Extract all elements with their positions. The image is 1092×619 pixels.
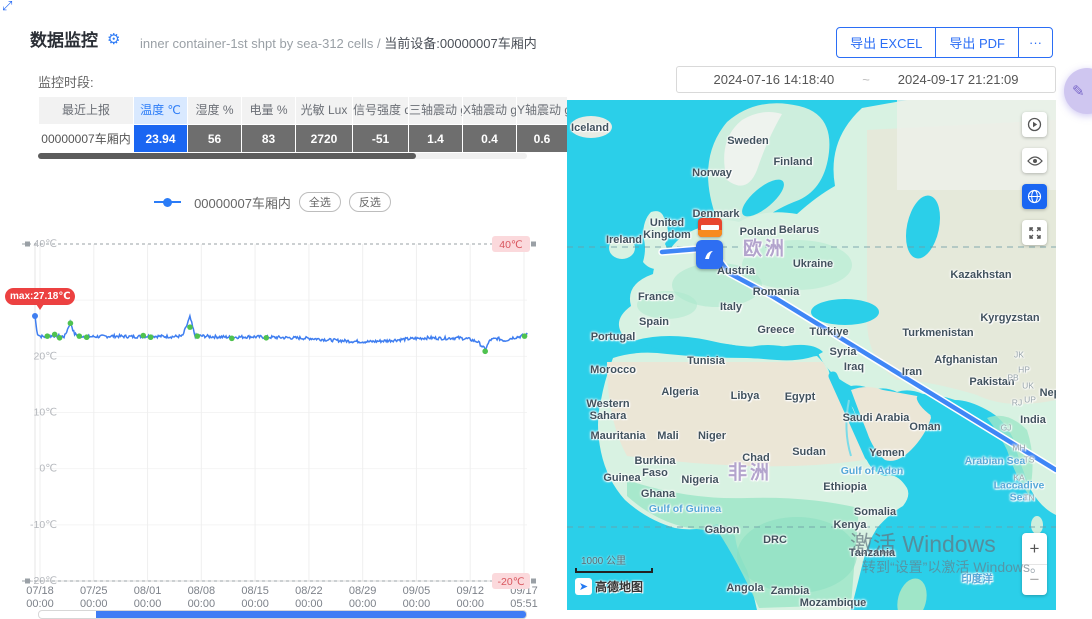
value-cell-6[interactable]: 0.4 bbox=[463, 125, 517, 153]
truck-marker[interactable] bbox=[698, 218, 722, 237]
svg-text:00:00: 00:00 bbox=[188, 598, 216, 610]
svg-text:10℃: 10℃ bbox=[34, 407, 57, 419]
map-eye-button[interactable] bbox=[1022, 148, 1047, 173]
data-monitor-page: ⤢ 数据监控 ⚙ inner container-1st shpt by sea… bbox=[0, 0, 1092, 619]
breadcrumb-shipment: inner container-1st shpt by sea-312 cell… bbox=[140, 36, 373, 51]
svg-text:0℃: 0℃ bbox=[39, 463, 57, 475]
column-header-8[interactable]: Y轴震动 g bbox=[517, 97, 568, 125]
date-range-start[interactable]: 2024-07-16 14:18:40 bbox=[713, 72, 834, 87]
column-header-1[interactable]: 温度 ℃ bbox=[134, 97, 188, 125]
breadcrumb-device: 当前设备:00000007车厢内 bbox=[384, 36, 536, 51]
select-all-button[interactable]: 全选 bbox=[299, 192, 341, 212]
export-excel-button[interactable]: 导出 EXCEL bbox=[836, 27, 936, 58]
map-expand-button[interactable] bbox=[1022, 220, 1047, 245]
collapse-arrows-icon[interactable]: ⤢ bbox=[2, 0, 12, 14]
column-header-6[interactable]: 三轴震动 g bbox=[409, 97, 463, 125]
column-header-4[interactable]: 光敏 Lux bbox=[296, 97, 353, 125]
datazoom-thumb[interactable] bbox=[96, 611, 526, 618]
svg-text:09/12: 09/12 bbox=[456, 585, 484, 597]
svg-text:00:00: 00:00 bbox=[26, 598, 54, 610]
value-cell-2[interactable]: 83 bbox=[242, 125, 296, 153]
svg-text:00:00: 00:00 bbox=[349, 598, 377, 610]
device-name-cell[interactable]: 00000007车厢内 bbox=[39, 125, 134, 153]
page-title: 数据监控 bbox=[30, 26, 98, 51]
map-control-panel bbox=[1022, 112, 1047, 245]
svg-text:08/08: 08/08 bbox=[188, 585, 216, 597]
monitor-period-label: 监控时段: bbox=[38, 72, 94, 91]
export-button-group: 导出 EXCEL 导出 PDF ··· bbox=[836, 27, 1053, 58]
svg-text:00:00: 00:00 bbox=[80, 598, 108, 610]
svg-text:00:00: 00:00 bbox=[456, 598, 484, 610]
svg-text:00:00: 00:00 bbox=[295, 598, 323, 610]
date-range-picker[interactable]: 2024-07-16 14:18:40 ~ 2024-09-17 21:21:0… bbox=[676, 66, 1056, 93]
svg-text:-20℃: -20℃ bbox=[498, 576, 525, 588]
value-cell-7[interactable]: 0.6 bbox=[517, 125, 568, 153]
feedback-float-button[interactable]: ✎ bbox=[1064, 68, 1092, 114]
scrollbar-thumb[interactable] bbox=[38, 153, 416, 159]
amap-plane-icon: ➤ bbox=[575, 578, 592, 595]
svg-text:08/29: 08/29 bbox=[349, 585, 377, 597]
column-header-0[interactable]: 最近上报 bbox=[39, 97, 134, 125]
svg-text:-10℃: -10℃ bbox=[30, 519, 57, 531]
legend-line-marker[interactable] bbox=[154, 198, 181, 207]
temperature-line-chart[interactable]: 07/1800:0007/2500:0008/0100:0008/0800:00… bbox=[0, 230, 545, 619]
map-play-button[interactable] bbox=[1022, 112, 1047, 137]
date-range-separator: ~ bbox=[862, 72, 870, 87]
svg-text:09/05: 09/05 bbox=[403, 585, 431, 597]
map-scale-label: 1000 公里 bbox=[581, 552, 626, 567]
date-range-end[interactable]: 2024-09-17 21:21:09 bbox=[898, 72, 1019, 87]
chart-legend: 00000007车厢内 全选 反选 bbox=[0, 192, 545, 212]
route-map[interactable]: IcelandNorwaySwedenFinlandUnited Kingdom… bbox=[567, 100, 1056, 610]
column-header-5[interactable]: 信号强度 db bbox=[353, 97, 409, 125]
device-location-marker[interactable] bbox=[696, 240, 723, 269]
map-globe-button[interactable] bbox=[1022, 184, 1047, 209]
value-cell-0[interactable]: 23.94 bbox=[134, 125, 188, 153]
invert-selection-button[interactable]: 反选 bbox=[349, 192, 391, 212]
value-cell-5[interactable]: 1.4 bbox=[409, 125, 463, 153]
svg-text:00:00: 00:00 bbox=[134, 598, 162, 610]
value-cell-1[interactable]: 56 bbox=[188, 125, 242, 153]
amap-logo[interactable]: ➤ 高德地图 bbox=[575, 578, 643, 595]
breadcrumb: inner container-1st shpt by sea-312 cell… bbox=[140, 33, 537, 52]
windows-watermark-line1: 激活 Windows bbox=[850, 525, 996, 559]
chart-canvas[interactable]: 07/1800:0007/2500:0008/0100:0008/0800:00… bbox=[0, 230, 545, 619]
chart-datazoom-slider[interactable] bbox=[38, 610, 527, 619]
svg-text:07/25: 07/25 bbox=[80, 585, 108, 597]
column-header-3[interactable]: 电量 % bbox=[242, 97, 296, 125]
amap-logo-text: 高德地图 bbox=[595, 578, 643, 595]
svg-text:08/15: 08/15 bbox=[241, 585, 269, 597]
device-marker-icon bbox=[702, 247, 718, 263]
windows-watermark-line2: 转到“设置”以激活 Windows。 bbox=[862, 557, 1044, 577]
svg-text:00:00: 00:00 bbox=[241, 598, 269, 610]
export-pdf-button[interactable]: 导出 PDF bbox=[935, 27, 1019, 58]
svg-text:05:51: 05:51 bbox=[510, 598, 538, 610]
device-data-table: 最近上报温度 ℃湿度 %电量 %光敏 Lux信号强度 db三轴震动 gX轴震动 … bbox=[38, 96, 568, 153]
max-temp-marker: max:27.18℃ bbox=[5, 288, 75, 305]
breadcrumb-separator: / bbox=[377, 36, 381, 51]
column-header-2[interactable]: 湿度 % bbox=[188, 97, 242, 125]
svg-text:40℃: 40℃ bbox=[499, 239, 522, 251]
gear-icon[interactable]: ⚙ bbox=[107, 30, 120, 48]
value-cell-4[interactable]: -51 bbox=[353, 125, 409, 153]
more-actions-button[interactable]: ··· bbox=[1018, 27, 1053, 58]
svg-text:00:00: 00:00 bbox=[403, 598, 431, 610]
table-row[interactable]: 00000007车厢内23.9456832720-511.40.40.6 bbox=[39, 125, 568, 153]
legend-series-label[interactable]: 00000007车厢内 bbox=[194, 193, 291, 212]
value-cell-3[interactable]: 2720 bbox=[296, 125, 353, 153]
svg-text:08/22: 08/22 bbox=[295, 585, 323, 597]
svg-text:08/01: 08/01 bbox=[134, 585, 162, 597]
table-header-row: 最近上报温度 ℃湿度 %电量 %光敏 Lux信号强度 db三轴震动 gX轴震动 … bbox=[39, 97, 568, 125]
svg-text:20℃: 20℃ bbox=[34, 350, 57, 362]
table-horizontal-scrollbar[interactable] bbox=[38, 153, 527, 159]
column-header-7[interactable]: X轴震动 g bbox=[463, 97, 517, 125]
map-scale-bar bbox=[575, 568, 653, 573]
